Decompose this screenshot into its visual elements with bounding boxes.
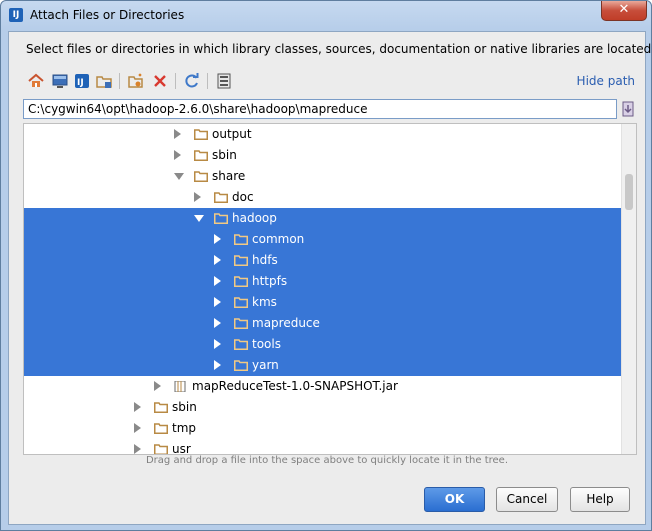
tree-row-label: yarn [252,358,279,372]
folder-icon [234,276,248,287]
tree-row[interactable]: yarn [24,355,621,376]
tree-row-label: hdfs [252,253,278,267]
tree-row[interactable]: hadoop [24,208,621,229]
path-input[interactable]: C:\cygwin64\opt\hadoop-2.6.0\share\hadoo… [23,99,617,119]
tree-scrollbar[interactable] [621,124,636,454]
tree-row[interactable]: share [24,166,621,187]
folder-icon [234,339,248,350]
expand-arrow-icon[interactable] [194,192,201,202]
tree-row[interactable]: hdfs [24,250,621,271]
tree-row-label: tmp [172,421,197,435]
expand-arrow-icon[interactable] [214,255,221,265]
toolbar-separator [207,73,208,89]
expand-arrow-icon[interactable] [134,402,141,412]
path-action-icon[interactable] [620,99,636,119]
tree-row-label: share [212,169,246,183]
jar-file-icon [174,381,186,392]
tree-row-label: common [252,232,305,246]
cancel-button[interactable]: Cancel [496,487,558,512]
folder-icon [154,444,168,454]
tree-row[interactable]: output [24,124,621,145]
dialog-window: IJ Attach Files or Directories ✕ Select … [0,0,652,531]
folder-icon [214,213,228,224]
folder-icon [154,402,168,413]
folder-icon [234,297,248,308]
tree-row-label: hadoop [232,211,277,225]
scrollbar-thumb[interactable] [625,174,633,210]
expand-arrow-icon[interactable] [154,381,161,391]
expand-arrow-icon[interactable] [134,423,141,433]
expand-arrow-icon[interactable] [134,444,141,454]
dialog-content: Select files or directories in which lib… [8,31,651,525]
expand-arrow-icon[interactable] [214,234,221,244]
tree-row[interactable]: usr [24,439,621,455]
tree-row[interactable]: kms [24,292,621,313]
tree-row-label: output [212,127,252,141]
expand-arrow-icon[interactable] [214,339,221,349]
module-icon[interactable] [95,72,113,90]
intellij-app-icon: IJ [9,8,23,22]
svg-text:IJ: IJ [77,78,84,88]
expand-arrow-icon[interactable] [214,360,221,370]
expand-arrow-icon[interactable] [214,276,221,286]
refresh-icon[interactable] [183,72,201,90]
tree-row-label: httpfs [252,274,288,288]
desktop-icon[interactable] [51,72,69,90]
expand-arrow-icon[interactable] [214,297,221,307]
tree-row[interactable]: sbin [24,145,621,166]
tree-row-label: tools [252,337,281,351]
tree-row-label: sbin [212,148,237,162]
tree-row[interactable]: doc [24,187,621,208]
tree-row[interactable]: common [24,229,621,250]
tree-row-label: mapreduce [252,316,320,330]
new-folder-icon[interactable] [127,72,145,90]
drag-drop-hint: Drag and drop a file into the space abov… [145,455,509,466]
folder-icon [154,423,168,434]
dialog-title: Attach Files or Directories [30,8,185,22]
tree-row[interactable]: mapreduce [24,313,621,334]
show-hidden-icon[interactable] [215,72,233,90]
file-chooser-toolbar: IJ [23,70,623,92]
folder-icon [234,234,248,245]
tree-row[interactable]: sbin [24,397,621,418]
home-icon[interactable] [27,72,45,90]
expand-arrow-icon[interactable] [174,150,181,160]
delete-icon[interactable] [151,72,169,90]
tree-row-label: sbin [172,400,197,414]
expand-arrow-icon[interactable] [214,318,221,328]
collapse-arrow-icon[interactable] [174,173,184,180]
tree-row-label: mapReduceTest-1.0-SNAPSHOT.jar [192,379,398,393]
file-tree[interactable]: output sbin share doc hadoop common hdfs httpfs… [23,123,637,455]
toolbar-separator [119,73,120,89]
close-icon: ✕ [618,2,630,17]
folder-icon [234,360,248,371]
folder-icon [194,150,208,161]
folder-icon [214,192,228,203]
ok-button[interactable]: OK [424,487,485,512]
tree-row-label: usr [172,442,191,455]
close-button[interactable]: ✕ [601,1,647,21]
dialog-description: Select files or directories in which lib… [26,42,652,56]
folder-icon [234,255,248,266]
expand-arrow-icon[interactable] [174,129,181,139]
help-button[interactable]: Help [570,487,630,512]
folder-icon [194,171,208,182]
tree-row[interactable]: tmp [24,418,621,439]
title-bar[interactable]: IJ Attach Files or Directories ✕ [1,1,651,31]
tree-row-label: doc [232,190,254,204]
tree-row[interactable]: tools [24,334,621,355]
folder-icon [194,129,208,140]
tree-row-label: kms [252,295,277,309]
tree-row[interactable]: mapReduceTest-1.0-SNAPSHOT.jar [24,376,621,397]
toolbar-separator [175,73,176,89]
tree-row[interactable]: httpfs [24,271,621,292]
hide-path-link[interactable]: Hide path [577,74,635,88]
project-icon[interactable]: IJ [73,72,91,90]
collapse-arrow-icon[interactable] [194,215,204,222]
folder-icon [234,318,248,329]
